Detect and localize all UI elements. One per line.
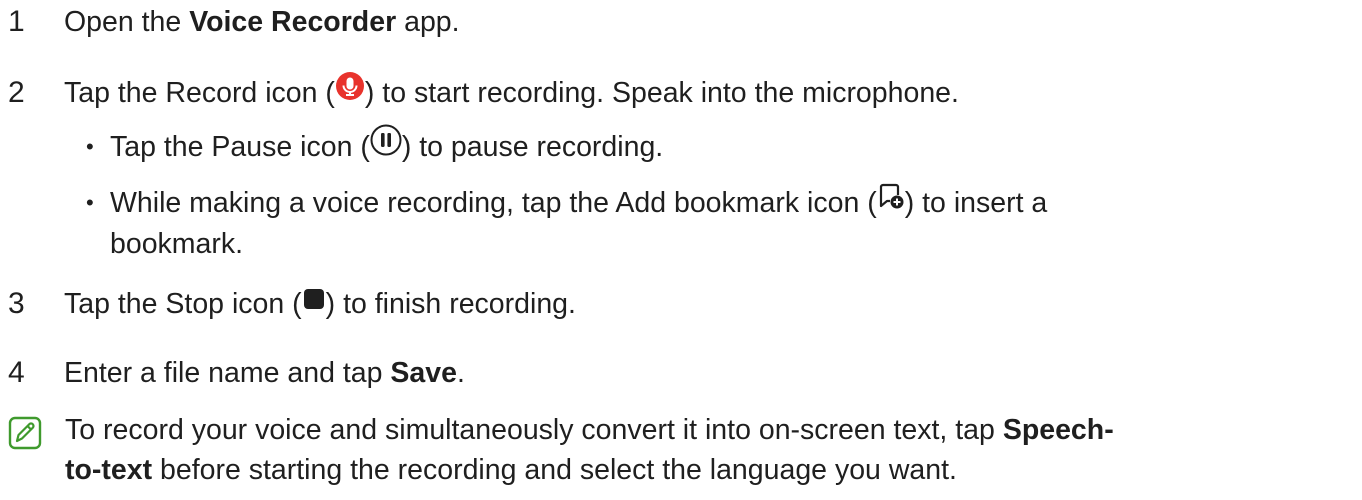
step-number: 4 — [8, 356, 25, 389]
save-label: Save — [390, 357, 457, 389]
step-text-pre: Open the — [64, 6, 190, 38]
bullet-text-post: ) to insert a — [904, 187, 1048, 219]
pause-icon — [370, 124, 402, 167]
step-text-pre: Tap the Record icon ( — [64, 77, 335, 109]
speech-to-text-label-2: to-text — [65, 454, 153, 486]
bullet-text-pre: While making a voice recording, tap the … — [110, 187, 877, 219]
bullet-pause: • Tap the Pause icon ( ) to pause recordi… — [82, 124, 664, 170]
step-text: Open the Voice Recorder app. — [64, 2, 460, 42]
note-text-post: before starting the recording and select… — [152, 454, 957, 486]
add-bookmark-icon — [877, 181, 905, 221]
speech-to-text-label-1: Speech- — [1002, 414, 1114, 446]
note-text: To record your voice and simultaneously … — [65, 410, 1327, 490]
step-text-post: ) to finish recording. — [325, 288, 576, 320]
step-1: 1 Open the Voice Recorder app. — [0, 2, 460, 42]
step-text: Tap the Record icon ( ) to start recordin… — [64, 71, 959, 115]
note-text-pre: To record your voice and simultaneously … — [65, 414, 1003, 446]
bullet-dot: • — [86, 190, 94, 215]
step-number: 3 — [8, 287, 25, 320]
bullet-bookmark: • While making a voice recording, tap th… — [82, 183, 1047, 264]
step-3: 3 Tap the Stop icon ( ) to finish recordi… — [0, 284, 576, 325]
bullet-text-line2: bookmark. — [110, 228, 244, 261]
step-text-post: . — [456, 357, 465, 389]
bullet-text-post: ) to pause recording. — [401, 131, 664, 164]
step-text-pre: Tap the Stop icon ( — [64, 288, 302, 320]
step-text: Tap the Stop icon ( ) to finish recording… — [64, 284, 576, 325]
app-name: Voice Recorder — [189, 6, 397, 38]
microphone-record-icon — [335, 71, 365, 112]
step-number: 1 — [8, 5, 25, 38]
step-2: 2 Tap the Record icon ( ) to start record… — [0, 71, 959, 115]
note-pencil-icon — [8, 416, 42, 461]
step-text-post: ) to start recording. Speak into the mic… — [364, 77, 959, 109]
step-text-post: app. — [396, 6, 460, 38]
step-text-pre: Enter a file name and tap — [64, 357, 391, 389]
bullet-text-pre: Tap the Pause icon ( — [110, 131, 370, 164]
bullet-text: While making a voice recording, tap the … — [110, 183, 1047, 264]
step-4: 4 Enter a file name and tap Save. — [0, 353, 465, 393]
step-text: Enter a file name and tap Save. — [64, 353, 465, 393]
step-number: 2 — [8, 76, 25, 109]
bullet-dot: • — [86, 134, 94, 159]
stop-icon — [302, 282, 326, 322]
bullet-text: Tap the Pause icon ( ) to pause recording… — [110, 124, 664, 170]
